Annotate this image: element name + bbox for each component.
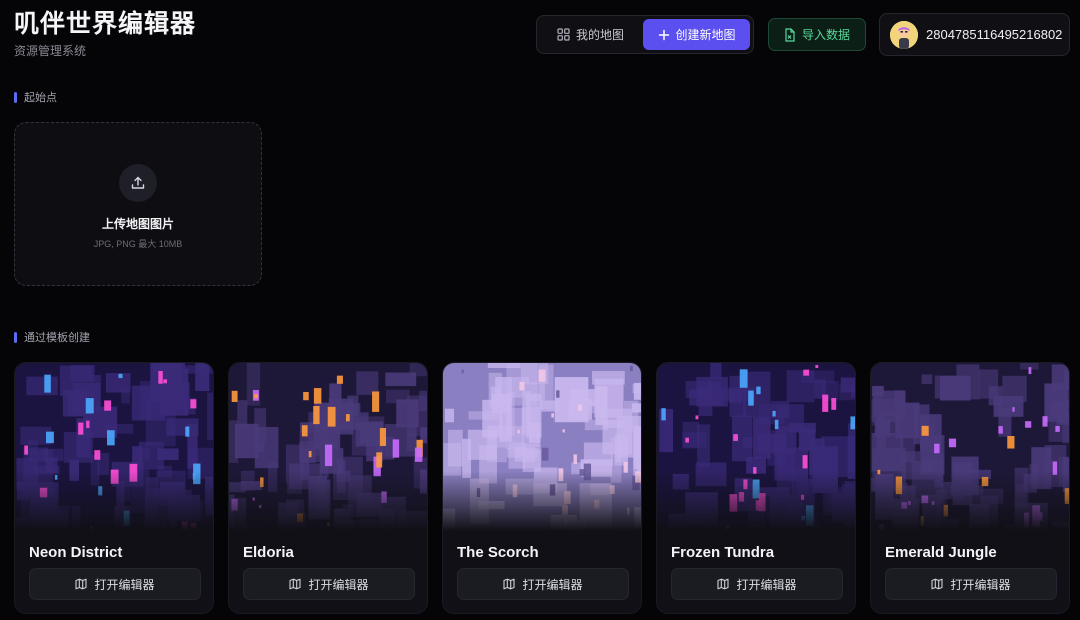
app-title: 叽伴世界编辑器	[14, 10, 197, 38]
open-editor-button[interactable]: 打开编辑器	[457, 568, 629, 600]
template-thumbnail	[657, 363, 855, 531]
spreadsheet-file-icon	[785, 27, 795, 42]
template-card[interactable]: Eldoria 打开编辑器	[228, 362, 428, 614]
pixel-city-illustration	[15, 363, 213, 531]
map-icon	[931, 578, 944, 590]
create-map-button[interactable]: 创建新地图	[643, 19, 750, 50]
template-name: Frozen Tundra	[671, 544, 775, 561]
upload-hint: JPG, PNG 最大 10MB	[93, 239, 183, 249]
template-list: Neon District 打开编辑器 Eldoria 打开编辑器 The Sc…	[14, 362, 1070, 614]
pixel-city-illustration	[443, 363, 641, 531]
open-editor-label: 打开编辑器	[522, 577, 583, 592]
view-switcher: 我的地图 创建新地图	[536, 15, 754, 54]
my-maps-button[interactable]: 我的地图	[540, 19, 641, 50]
app-subtitle: 资源管理系统	[14, 44, 87, 58]
import-data-button[interactable]: 导入数据	[768, 18, 866, 51]
section-marker	[14, 91, 17, 103]
my-maps-label: 我的地图	[576, 28, 625, 42]
brand: 叽伴世界编辑器 资源管理系统	[14, 8, 196, 59]
open-editor-label: 打开编辑器	[950, 577, 1011, 592]
template-name: Emerald Jungle	[885, 544, 997, 561]
template-name: The Scorch	[457, 544, 539, 561]
template-thumbnail	[871, 363, 1069, 531]
template-thumbnail	[443, 363, 641, 531]
template-thumbnail	[15, 363, 213, 531]
pixel-city-illustration	[229, 363, 427, 531]
grid-icon	[557, 28, 570, 41]
template-name: Eldoria	[243, 544, 294, 561]
user-account[interactable]: 2804785116495216802	[879, 13, 1070, 56]
template-thumbnail	[229, 363, 427, 531]
open-editor-button[interactable]: 打开编辑器	[671, 568, 843, 600]
section-start-label: 起始点	[24, 92, 57, 104]
upload-map-dropzone[interactable]: 上传地图图片 JPG, PNG 最大 10MB	[14, 122, 262, 286]
create-map-label: 创建新地图	[675, 28, 736, 42]
template-card[interactable]: Emerald Jungle 打开编辑器	[870, 362, 1070, 614]
map-icon	[503, 578, 516, 590]
template-card[interactable]: Neon District 打开编辑器	[14, 362, 214, 614]
avatar	[890, 20, 918, 49]
open-editor-button[interactable]: 打开编辑器	[885, 568, 1057, 600]
map-icon	[75, 578, 88, 590]
upload-icon	[119, 164, 157, 202]
template-card[interactable]: The Scorch 打开编辑器	[442, 362, 642, 614]
section-start-heading: 起始点	[14, 89, 57, 105]
open-editor-label: 打开编辑器	[94, 577, 155, 592]
upload-title: 上传地图图片	[101, 217, 174, 231]
pixel-city-illustration	[657, 363, 855, 531]
map-icon	[289, 578, 302, 590]
user-id: 2804785116495216802	[926, 27, 1063, 42]
open-editor-label: 打开编辑器	[736, 577, 797, 592]
map-icon	[717, 578, 730, 590]
open-editor-label: 打开编辑器	[308, 577, 369, 592]
open-editor-button[interactable]: 打开编辑器	[243, 568, 415, 600]
section-templates-heading: 通过模板创建	[14, 329, 90, 345]
plus-icon	[658, 29, 669, 40]
template-card[interactable]: Frozen Tundra 打开编辑器	[656, 362, 856, 614]
open-editor-button[interactable]: 打开编辑器	[29, 568, 201, 600]
section-marker	[14, 331, 17, 343]
pixel-city-illustration	[871, 363, 1069, 531]
template-name: Neon District	[29, 544, 123, 561]
section-templates-label: 通过模板创建	[24, 332, 90, 344]
import-data-label: 导入数据	[801, 28, 850, 42]
